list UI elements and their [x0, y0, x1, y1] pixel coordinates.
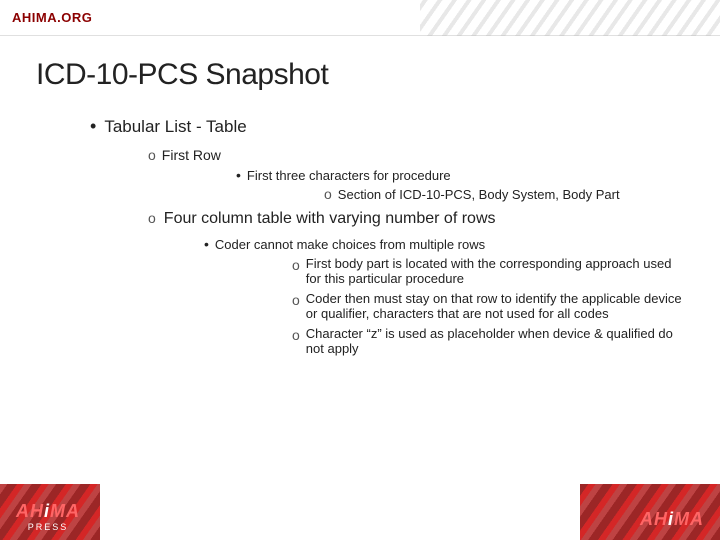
sub2a-item-3: o Character “z” is used as placeholder w…	[292, 326, 684, 356]
sub2a-container: • Coder cannot make choices from multipl…	[204, 236, 684, 356]
sub1a1-container: o Section of ICD-10-PCS, Body System, Bo…	[324, 186, 684, 202]
sub2-item: o Four column table with varying number …	[148, 210, 684, 228]
sub2a-item-1: o First body part is located with the co…	[292, 256, 684, 286]
logo-left: AHiMA PRESS	[16, 501, 80, 532]
sub1a-container: • First three characters for procedure o…	[236, 167, 684, 202]
bullet-dot-1: •	[90, 116, 96, 137]
header-decoration	[420, 0, 720, 36]
sub2a-item: • Coder cannot make choices from multipl…	[204, 236, 684, 252]
header-logo: AHIMA.ORG	[12, 10, 92, 25]
ahima-logo-left-text: AHiMA	[16, 501, 80, 522]
circle-o-6: o	[292, 327, 300, 343]
logo-right: AHiMA	[640, 509, 704, 530]
ahima-logo-right-text: AHiMA	[640, 509, 704, 530]
main-content: ICD-10-PCS Snapshot • Tabular List - Tab…	[0, 36, 720, 504]
bullet-1: • Tabular List - Table o First Row • Fir…	[76, 116, 684, 356]
sub1-container: o First Row • First three characters for…	[148, 147, 684, 202]
header: AHIMA.ORG	[0, 0, 720, 36]
bullet-1-label: • Tabular List - Table	[90, 116, 684, 137]
sub2a-items: o First body part is located with the co…	[292, 256, 684, 356]
sub2a-item-2: o Coder then must stay on that row to id…	[292, 291, 684, 321]
circle-o-2: o	[324, 186, 332, 202]
sub-bullet-dot-1: •	[236, 167, 241, 183]
circle-o-1: o	[148, 147, 156, 163]
circle-o-4: o	[292, 257, 300, 273]
sub1a1-item: o Section of ICD-10-PCS, Body System, Bo…	[324, 186, 684, 202]
sub1-item: o First Row	[148, 147, 684, 163]
circle-o-5: o	[292, 292, 300, 308]
press-label: PRESS	[28, 522, 69, 532]
sub-bullet-dot-2: •	[204, 236, 209, 252]
sub1a-item: • First three characters for procedure	[236, 167, 684, 183]
circle-o-3: o	[148, 210, 156, 226]
sub2-container: o Four column table with varying number …	[148, 210, 684, 356]
page-title: ICD-10-PCS Snapshot	[36, 58, 684, 92]
